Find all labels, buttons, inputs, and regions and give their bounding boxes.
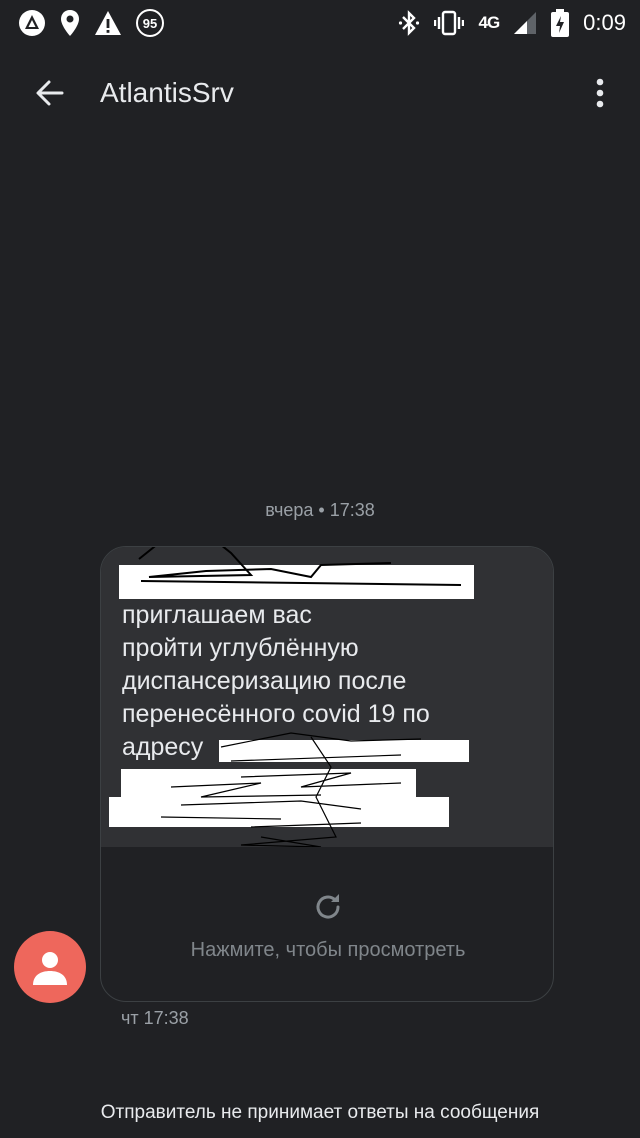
warning-icon (94, 10, 122, 36)
battery-charging-icon (551, 9, 570, 37)
back-button[interactable] (14, 56, 86, 130)
status-bar: 95 4G 0:09 (0, 0, 640, 46)
sender-avatar[interactable] (14, 931, 86, 1003)
arrow-back-icon (36, 80, 64, 106)
network-label: 4G (478, 13, 500, 32)
bluetooth-icon (398, 10, 420, 36)
message-text-area: приглашаем вас пройти углублённую диспан… (101, 547, 553, 847)
network-4g-icon: 4G (478, 13, 500, 33)
person-icon (33, 952, 67, 985)
redaction-mark (219, 740, 469, 762)
more-vert-icon (596, 78, 604, 108)
message-bubble[interactable]: приглашаем вас пройти углублённую диспан… (100, 546, 554, 1002)
more-options-button[interactable] (580, 73, 620, 113)
status-clock: 0:09 (583, 10, 626, 35)
signal-icon (513, 11, 537, 35)
location-icon (60, 9, 80, 37)
no-reply-notice: Отправитель не принимает ответы на сообщ… (100, 1102, 540, 1123)
status-left: 95 (18, 9, 164, 37)
messages-screen: 95 4G 0:09 AtlantisSrv вчера • 17:38 при… (0, 0, 640, 1138)
mms-download-area[interactable]: Нажмите, чтобы просмотреть (101, 847, 553, 1001)
date-separator: вчера • 17:38 (265, 500, 375, 520)
conversation-title: AtlantisSrv (100, 77, 234, 108)
status-right: 4G 0:09 (398, 9, 626, 37)
app-bar: AtlantisSrv (0, 56, 640, 130)
vibrate-icon (434, 10, 465, 36)
mms-view-prompt: Нажмите, чтобы просмотреть (190, 939, 466, 961)
redaction-mark (119, 565, 474, 599)
battery-saver-badge: 95 (136, 9, 164, 37)
refresh-icon (316, 894, 340, 919)
message-timestamp: чт 17:38 (121, 1008, 189, 1028)
app-notification-icon (18, 9, 46, 37)
redaction-mark (109, 797, 449, 827)
